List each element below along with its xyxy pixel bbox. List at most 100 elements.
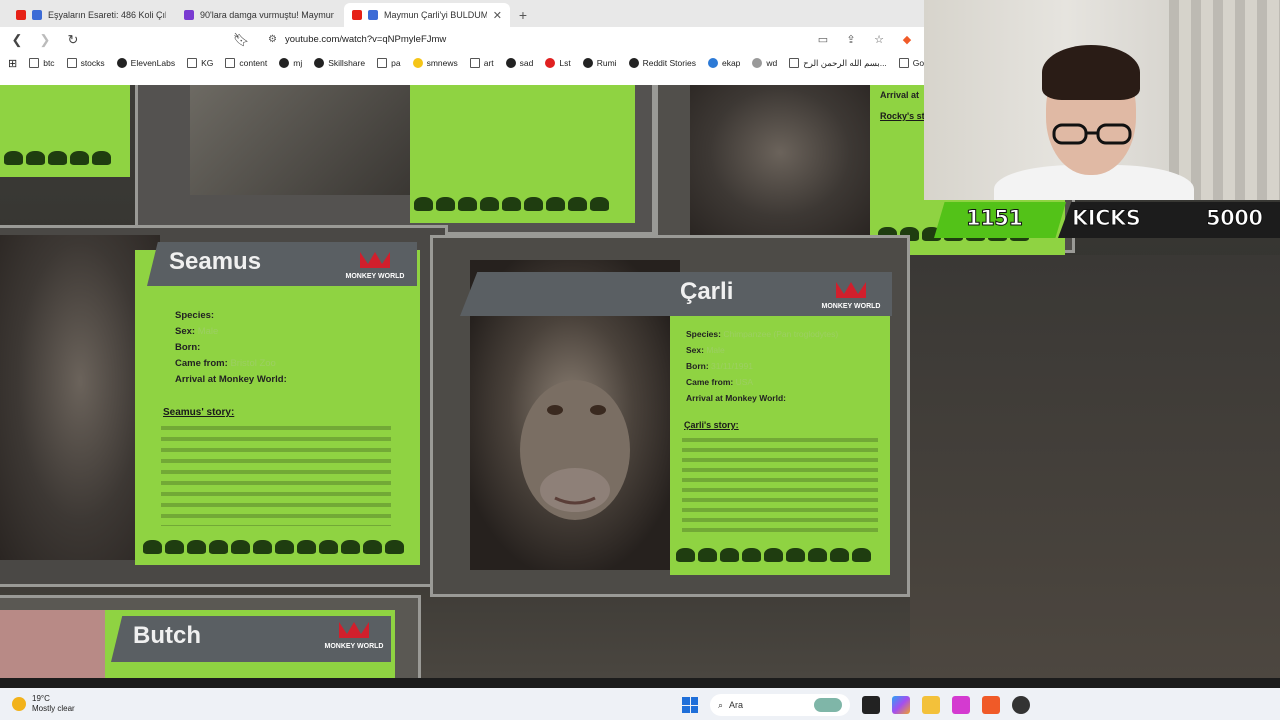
bookmark-skillshare[interactable]: Skillshare [314, 58, 365, 68]
bookmark-sad[interactable]: sad [505, 58, 534, 68]
bookmark-ekap[interactable]: ekap [707, 58, 740, 68]
butch-card: Butch MONKEY WORLD [105, 610, 395, 678]
monkey-world-logo-icon: MONKEY WORLD [346, 252, 405, 280]
app-icon[interactable] [1012, 696, 1030, 714]
bookmark-kg[interactable]: KG [187, 58, 213, 68]
bookmark-mj[interactable]: mj [279, 58, 302, 68]
kicks-current: 1151 [965, 206, 1023, 231]
close-tab-icon[interactable]: ✕ [493, 9, 502, 22]
search-placeholder: Ara [729, 700, 744, 710]
field-row: Came from: USA [686, 377, 754, 387]
bookmark-btc[interactable]: btc [29, 58, 55, 68]
bookmark-label: sad [519, 58, 534, 68]
wall-background [910, 255, 1280, 678]
tab-3-active[interactable]: Maymun Çarli'yi BULDUM (sa ✕ [344, 3, 510, 27]
share-icon[interactable]: ⇪ [842, 31, 860, 49]
webcam-overlay [924, 0, 1280, 200]
url-field[interactable]: ⚙ youtube.com/watch?v=qNPmyleFJmw [260, 34, 804, 45]
weather-text: 19°C Mostly clear [32, 694, 75, 714]
bookmark-pa[interactable]: pa [377, 58, 401, 68]
bookmark-content[interactable]: content [225, 58, 267, 68]
bookmark-label: Lst [559, 58, 571, 68]
bookmark-lst[interactable]: Lst [545, 58, 571, 68]
kicks-goal-overlay: 1151 KICKS 5000 [934, 202, 1280, 238]
bookmark-art[interactable]: art [469, 58, 494, 68]
field-row: Species: Chimpanzee (Pan troglodytes) [686, 329, 839, 339]
bookmark-google[interactable]: Google [898, 58, 924, 68]
brave-shield-icon[interactable]: ◆ [898, 31, 916, 49]
video-bottom-strip [0, 678, 1280, 688]
bookmark-smnews[interactable]: smnews [412, 58, 458, 68]
field-row: Born: 31/11/1991 [686, 361, 753, 371]
forward-arrow-icon[interactable]: ❯ [36, 31, 54, 49]
folder-icon [66, 58, 77, 68]
bookmark-label: mj [293, 58, 303, 68]
bookmark-icon[interactable]: 🔖︎ [232, 31, 250, 49]
search-icon: ⌕ [718, 699, 724, 710]
person-hair [1042, 45, 1140, 100]
field-row: Arrival at Monkey World: [175, 374, 287, 385]
bookmark-label: Google [912, 58, 924, 68]
tab-1[interactable]: Eşyaların Esareti: 486 Koli Çıktı | H [8, 3, 174, 27]
taskbar-center: ⌕ Ara [682, 694, 1030, 716]
butch-brand: MONKEY WORLD [325, 643, 384, 650]
tab-3-label: Maymun Çarli'yi BULDUM (sa [384, 10, 487, 20]
temperature: 19°C [32, 694, 50, 703]
tab-1-label: Eşyaların Esareti: 486 Koli Çıktı | H [48, 10, 166, 20]
back-arrow-icon[interactable]: ❮ [8, 31, 26, 49]
copilot-icon[interactable] [892, 696, 910, 714]
carli-story-text [682, 438, 878, 538]
reload-icon[interactable]: ↻ [64, 31, 82, 49]
reddit-stories-icon [628, 58, 639, 68]
snipping-tool-icon[interactable] [952, 696, 970, 714]
bookmark-basmala[interactable]: بسم الله الرحمن الرح... [789, 58, 887, 69]
tab-2[interactable]: 90'lara damga vurmuştu! Maymun Ç [176, 3, 342, 27]
carli-card: Çarli MONKEY WORLD Species: Chimpanzee (… [460, 272, 892, 575]
youtube-icon [352, 10, 362, 20]
field-row: Sex: Male [175, 326, 219, 337]
brave-browser-icon[interactable] [982, 696, 1000, 714]
site-info-icon[interactable]: ⚙ [268, 34, 277, 45]
rocky-photo [690, 85, 870, 235]
ekap-icon [707, 58, 718, 68]
task-view-icon[interactable] [862, 696, 880, 714]
folder-icon [29, 58, 40, 68]
tab-2-label: 90'lara damga vurmuştu! Maymun Ç [200, 10, 334, 20]
youtube-icon [16, 10, 26, 20]
star-icon[interactable]: ☆ [870, 31, 888, 49]
elevenlabs-icon [116, 58, 127, 68]
rocky-heading: Arrival at [880, 90, 920, 100]
apps-grid-icon[interactable]: ⊞ [8, 57, 17, 70]
bookmark-label: wd [766, 58, 778, 68]
skillshare-icon [314, 58, 325, 68]
bookmark-label: stocks [80, 58, 105, 68]
windows-start-icon[interactable] [682, 697, 698, 713]
field-row: Arrival at Monkey World: [686, 393, 786, 403]
bookmark-stocks[interactable]: stocks [66, 58, 105, 68]
bookmark-wd[interactable]: wd [752, 58, 777, 68]
monkey-silhouette-row [143, 540, 404, 558]
weather-condition: Mostly clear [32, 704, 75, 713]
bookmark-elevenlabs[interactable]: ElevenLabs [116, 58, 176, 68]
bookmark-label: ElevenLabs [130, 58, 176, 68]
picture-in-picture-icon[interactable]: ▭ [814, 31, 832, 49]
bookmark-rumi[interactable]: Rumi [582, 58, 617, 68]
seamus-brand: MONKEY WORLD [346, 273, 405, 280]
kicks-goal: 5000 [1205, 206, 1263, 231]
browser-window: Eşyaların Esareti: 486 Koli Çıktı | H 90… [0, 0, 924, 85]
monkey-silhouette-row [4, 151, 111, 169]
bookmark-reddit-stories[interactable]: Reddit Stories [628, 58, 696, 68]
bookmark-label: content [239, 58, 268, 68]
wd-icon [752, 58, 763, 68]
field-row: Sex: Male [686, 345, 725, 355]
tab-bar: Eşyaların Esareti: 486 Koli Çıktı | H 90… [0, 0, 924, 27]
bookmark-label: smnews [426, 58, 458, 68]
file-explorer-icon[interactable] [922, 696, 940, 714]
tab-group-icon [368, 10, 378, 20]
taskbar-search[interactable]: ⌕ Ara [710, 694, 850, 716]
new-tab-button[interactable]: + [512, 3, 534, 27]
seamus-card: Seamus MONKEY WORLD Species: Sex: Male B… [135, 242, 420, 565]
kicks-label: KICKS [1071, 206, 1141, 231]
weather-widget[interactable]: 19°C Mostly clear [12, 694, 75, 714]
card-top-middle [410, 85, 635, 223]
